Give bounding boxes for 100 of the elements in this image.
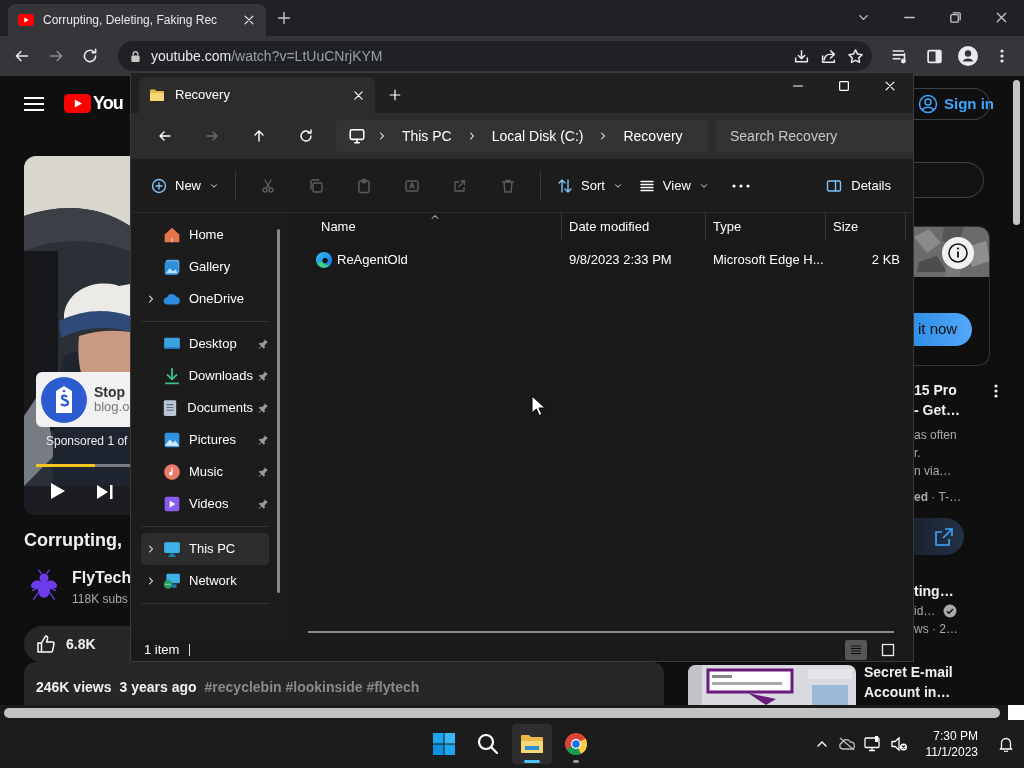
close-icon[interactable] [352, 88, 365, 102]
details-button[interactable]: Details [817, 167, 899, 204]
video-title[interactable]: Account in… [864, 682, 953, 702]
hashtags[interactable]: #recyclebin #lookinside #flytech [204, 677, 420, 698]
breadcrumb-item[interactable]: Local Disk (C:) [487, 125, 588, 147]
external-link-icon[interactable] [934, 526, 954, 547]
sidebar-item[interactable]: Pictures [141, 424, 269, 456]
volume-muted-icon[interactable] [889, 736, 908, 752]
explorer-taskbar-icon[interactable] [512, 724, 552, 764]
like-button[interactable]: 6.8K [24, 626, 130, 662]
address-bar[interactable]: This PC Local Disk (C:) Recovery [335, 120, 708, 152]
network-icon[interactable] [863, 736, 882, 752]
pin-icon[interactable] [257, 498, 269, 510]
new-tab-icon[interactable] [276, 10, 292, 26]
scrollbar[interactable] [4, 707, 1000, 718]
pin-icon[interactable] [257, 402, 269, 414]
details-pane-icon[interactable] [825, 177, 844, 194]
scrollbar[interactable] [1012, 80, 1020, 225]
breadcrumb-item[interactable]: Recovery [619, 125, 687, 147]
menu-icon[interactable] [1000, 48, 1004, 64]
notification-bell-icon[interactable] [998, 736, 1014, 752]
pin-icon[interactable] [257, 370, 269, 382]
refresh-icon[interactable] [298, 128, 315, 144]
search-icon[interactable] [476, 732, 500, 756]
share-icon[interactable] [820, 47, 837, 65]
media-control-icon[interactable] [891, 47, 909, 65]
sidebar-item[interactable]: Documents [141, 392, 269, 424]
channel-name[interactable]: FlyTech [72, 566, 130, 591]
clock-time[interactable]: 7:30 PM [933, 728, 978, 744]
scrollbar[interactable] [277, 229, 280, 593]
video-title[interactable]: 15 Pro [914, 380, 960, 400]
ad-card[interactable]: it now [914, 226, 990, 366]
gallery-icon [163, 258, 181, 276]
chrome-icon[interactable] [564, 732, 588, 756]
new-button[interactable]: New [143, 167, 227, 204]
sidebar-item[interactable]: Desktop [141, 328, 269, 360]
column-header[interactable]: Name [308, 213, 562, 241]
user-icon[interactable] [918, 94, 938, 114]
sidebar-item[interactable]: Network [141, 565, 269, 597]
menu-icon[interactable] [24, 96, 44, 111]
sidebar-item[interactable]: This PC [141, 533, 269, 565]
ad-card[interactable]: Stop blog.o [36, 372, 130, 428]
column-header[interactable]: Size [826, 213, 906, 241]
cloud-off-icon[interactable] [837, 737, 856, 751]
sidebar-item[interactable]: Gallery [141, 251, 269, 283]
scrollbar[interactable] [308, 631, 894, 633]
next-icon[interactable] [96, 484, 114, 501]
close-icon[interactable] [883, 79, 897, 93]
search-field[interactable] [914, 162, 984, 198]
column-header[interactable]: Date modified [562, 213, 706, 241]
folder-icon [149, 87, 165, 103]
sidebar-item[interactable]: Music [141, 456, 269, 488]
sidebar-item[interactable]: Home [141, 219, 269, 251]
reload-icon[interactable] [81, 47, 99, 65]
column-header[interactable]: Type [706, 213, 826, 241]
sidebar-item[interactable]: Downloads [141, 360, 269, 392]
breadcrumb-item[interactable]: This PC [397, 125, 456, 147]
computer-icon [347, 127, 366, 145]
close-icon[interactable] [242, 13, 256, 27]
pin-icon[interactable] [257, 466, 269, 478]
sidebar-item[interactable]: OneDrive [141, 283, 269, 315]
video-title[interactable]: - Get… [914, 400, 960, 420]
lock-icon[interactable] [130, 49, 141, 63]
sidebar-item[interactable]: Videos [141, 488, 269, 520]
download-icon[interactable] [793, 47, 810, 65]
info-icon[interactable] [942, 237, 974, 269]
window-tab[interactable]: Recovery [139, 77, 375, 113]
restore-icon[interactable] [947, 9, 963, 25]
side-panel-icon[interactable] [925, 47, 943, 65]
video-title[interactable]: ting… [914, 581, 1010, 602]
browser-tab[interactable]: Corrupting, Deleting, Faking Rec [8, 4, 266, 36]
search-field[interactable]: Search Recovery [715, 120, 913, 152]
explorer-icon[interactable] [520, 732, 544, 756]
verified-icon [943, 604, 958, 618]
open-link-button[interactable] [914, 518, 964, 555]
profile-icon[interactable] [958, 46, 978, 66]
address-bar[interactable]: youtube.com/watch?v=LtUuCNrjKYM [118, 41, 872, 71]
video-site-icon [18, 14, 34, 26]
play-logo-icon[interactable] [64, 94, 91, 114]
bookmark-star-icon[interactable] [847, 47, 864, 65]
play-icon[interactable] [50, 482, 66, 501]
thumbs-up-icon[interactable] [36, 634, 56, 655]
view-button[interactable]: View [630, 167, 717, 204]
sort-icon[interactable] [557, 177, 573, 194]
start-icon[interactable] [432, 732, 456, 756]
get-it-now-button[interactable]: it now [914, 313, 972, 346]
maximize-icon[interactable] [837, 79, 851, 93]
more-icon[interactable] [731, 183, 750, 188]
video-title[interactable]: Secret E-mail [864, 662, 953, 682]
clock-date[interactable]: 11/1/2023 [925, 744, 978, 760]
pc-icon [163, 540, 181, 558]
plus-circle-icon[interactable] [151, 177, 167, 194]
pin-icon[interactable] [257, 338, 269, 350]
progress-bar[interactable] [36, 464, 130, 468]
more-options-icon[interactable] [994, 383, 998, 399]
edge-file-icon [315, 251, 333, 269]
file-name[interactable]: ReAgentOld [337, 250, 408, 270]
sort-button[interactable]: Sort [549, 167, 631, 204]
pin-icon[interactable] [257, 434, 269, 446]
view-count: 246K views [36, 678, 112, 697]
